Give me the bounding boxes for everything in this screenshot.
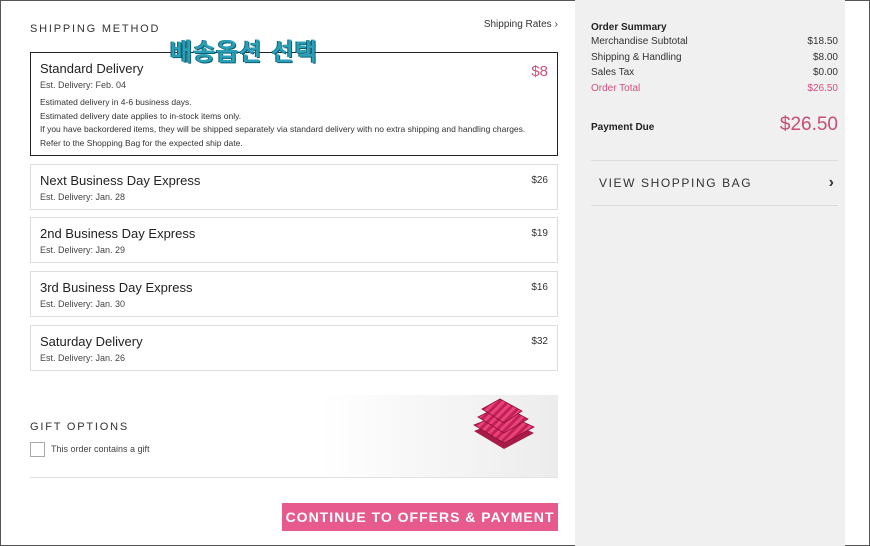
view-shopping-bag-label: VIEW SHOPPING BAG: [599, 176, 753, 190]
summary-value: $0.00: [812, 67, 838, 78]
option-price: $26: [531, 175, 548, 186]
summary-value: $18.50: [807, 36, 838, 47]
summary-label: Sales Tax: [591, 67, 635, 78]
payment-due-value: $26.50: [779, 114, 838, 135]
option-title: Next Business Day Express: [40, 173, 201, 188]
chevron-right-icon: ›: [828, 174, 834, 191]
option-est-delivery: Est. Delivery: Jan. 26: [40, 353, 126, 363]
payment-due-label: Payment Due: [591, 122, 655, 133]
option-price: $32: [531, 336, 548, 347]
summary-row-total: Order Total $26.50: [591, 83, 838, 94]
gift-checkbox-label: This order contains a gift: [51, 444, 150, 454]
option-note: Estimated delivery in 4-6 business days.: [40, 97, 192, 107]
summary-row-subtotal: Merchandise Subtotal $18.50: [591, 36, 838, 47]
option-est-delivery: Est. Delivery: Jan. 28: [40, 192, 126, 202]
continue-to-payment-button[interactable]: CONTINUE TO OFFERS & PAYMENT: [282, 503, 558, 531]
summary-value: $8.00: [812, 52, 838, 63]
shipping-column: SHIPPING METHOD Shipping Rates › Standar…: [30, 0, 560, 546]
gift-checkbox[interactable]: [30, 442, 45, 457]
view-shopping-bag-link[interactable]: VIEW SHOPPING BAG ›: [591, 161, 838, 205]
option-price: $8: [531, 63, 548, 80]
gift-options-panel: GIFT OPTIONS This order contains a gift: [30, 395, 558, 478]
summary-label: Merchandise Subtotal: [591, 36, 688, 47]
option-title: Saturday Delivery: [40, 334, 143, 349]
option-price: $19: [531, 228, 548, 239]
shipping-option-saturday[interactable]: Saturday Delivery Est. Delivery: Jan. 26…: [30, 325, 558, 371]
option-price: $16: [531, 282, 548, 293]
option-title: Standard Delivery: [40, 61, 144, 76]
option-est-delivery: Est. Delivery: Feb. 04: [40, 80, 127, 90]
option-est-delivery: Est. Delivery: Jan. 30: [40, 299, 126, 309]
summary-row-shipping: Shipping & Handling $8.00: [591, 52, 838, 63]
payment-due-row: Payment Due $26.50: [591, 114, 838, 136]
gift-box-icon: [473, 398, 535, 449]
order-summary-title: Order Summary: [591, 22, 667, 33]
gift-options-heading: GIFT OPTIONS: [30, 421, 130, 433]
order-summary-panel: Order Summary Merchandise Subtotal $18.5…: [575, 0, 845, 546]
korean-overlay-caption: 배송옵션 선택: [170, 38, 318, 66]
option-title: 2nd Business Day Express: [40, 226, 196, 241]
summary-label: Shipping & Handling: [591, 52, 682, 63]
option-notes: Estimated delivery in 4-6 business days.…: [40, 96, 540, 150]
summary-label: Order Total: [591, 83, 641, 94]
shipping-rates-label: Shipping Rates: [483, 19, 552, 30]
option-title: 3rd Business Day Express: [40, 280, 193, 295]
option-note: Estimated delivery date applies to in-st…: [40, 110, 242, 121]
chevron-right-icon: ›: [554, 19, 558, 30]
shipping-option-standard[interactable]: Standard Delivery Est. Delivery: Feb. 04…: [30, 52, 558, 156]
summary-row-tax: Sales Tax $0.00: [591, 67, 838, 78]
shipping-option-2nd-day[interactable]: 2nd Business Day Express Est. Delivery: …: [30, 217, 558, 263]
shipping-method-heading: SHIPPING METHOD: [30, 23, 161, 35]
option-note: If you have backordered items, they will…: [40, 124, 526, 148]
shipping-option-3rd-day[interactable]: 3rd Business Day Express Est. Delivery: …: [30, 271, 558, 317]
divider: [591, 205, 838, 206]
shipping-rates-link[interactable]: Shipping Rates ›: [484, 19, 558, 30]
summary-value: $26.50: [807, 83, 838, 94]
shipping-option-next-day[interactable]: Next Business Day Express Est. Delivery:…: [30, 164, 558, 210]
option-est-delivery: Est. Delivery: Jan. 29: [40, 245, 126, 255]
